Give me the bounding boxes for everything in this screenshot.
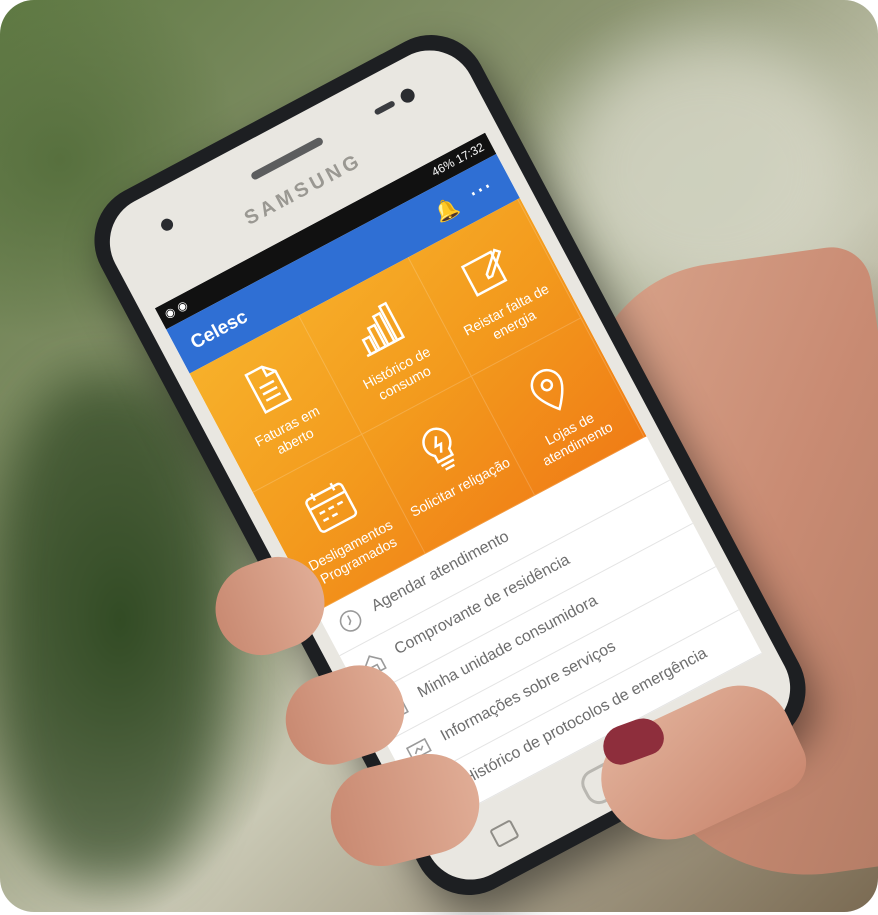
proximity-sensor — [373, 100, 396, 116]
bell-icon[interactable]: 🔔 — [430, 193, 464, 227]
clock-icon — [339, 610, 362, 632]
front-sensor — [158, 216, 176, 233]
front-camera — [398, 86, 418, 106]
more-options-icon[interactable]: ⋯ — [463, 171, 499, 208]
recent-apps-button[interactable] — [489, 819, 520, 849]
background-foliage — [0, 380, 220, 880]
